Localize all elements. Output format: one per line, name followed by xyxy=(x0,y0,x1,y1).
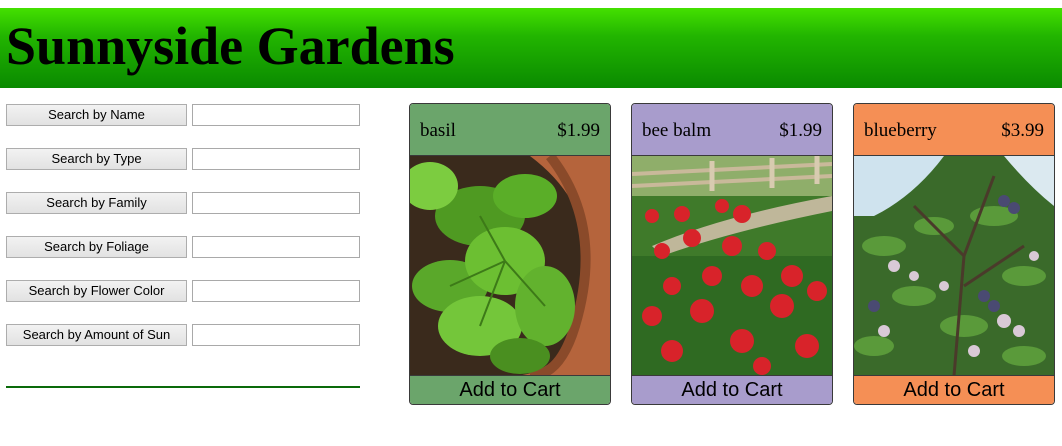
search-name-input[interactable] xyxy=(192,104,360,126)
search-flower-color-input[interactable] xyxy=(192,280,360,302)
search-row-foliage: Search by Foliage xyxy=(6,236,360,280)
product-card-blueberry: blueberry $3.99 Add to Cart xyxy=(853,103,1055,405)
site-title: Sunnyside Gardens xyxy=(6,16,455,76)
add-to-cart-button[interactable]: Add to Cart xyxy=(854,375,1054,404)
product-header: bee balm $1.99 xyxy=(632,104,832,156)
basil-photo[interactable] xyxy=(410,156,610,376)
search-row-type: Search by Type xyxy=(6,148,360,192)
blueberry-photo[interactable] xyxy=(854,156,1054,376)
product-price: $3.99 xyxy=(1001,120,1044,141)
product-name: basil xyxy=(420,120,456,141)
product-header: blueberry $3.99 xyxy=(854,104,1054,156)
search-sun-input[interactable] xyxy=(192,324,360,346)
search-row-flower-color: Search by Flower Color xyxy=(6,280,360,324)
product-price: $1.99 xyxy=(779,120,822,141)
product-card-basil: basil $1.99 Add to Cart xyxy=(409,103,611,405)
product-header: basil $1.99 xyxy=(410,104,610,156)
product-price: $1.99 xyxy=(557,120,600,141)
add-to-cart-button[interactable]: Add to Cart xyxy=(632,375,832,404)
search-by-flower-color-button[interactable]: Search by Flower Color xyxy=(6,280,187,302)
search-row-sun: Search by Amount of Sun xyxy=(6,324,360,368)
search-row-family: Search by Family xyxy=(6,192,360,236)
bee-balm-photo[interactable] xyxy=(632,156,832,376)
search-divider xyxy=(6,386,360,388)
search-panel: Search by Name Search by Type Search by … xyxy=(6,104,360,368)
product-name: bee balm xyxy=(642,120,712,141)
search-by-type-button[interactable]: Search by Type xyxy=(6,148,187,170)
search-by-family-button[interactable]: Search by Family xyxy=(6,192,187,214)
search-type-input[interactable] xyxy=(192,148,360,170)
search-family-input[interactable] xyxy=(192,192,360,214)
search-row-name: Search by Name xyxy=(6,104,360,148)
search-by-sun-button[interactable]: Search by Amount of Sun xyxy=(6,324,187,346)
product-card-bee-balm: bee balm $1.99 Add to Cart xyxy=(631,103,833,405)
add-to-cart-button[interactable]: Add to Cart xyxy=(410,375,610,404)
search-foliage-input[interactable] xyxy=(192,236,360,258)
search-by-foliage-button[interactable]: Search by Foliage xyxy=(6,236,187,258)
search-by-name-button[interactable]: Search by Name xyxy=(6,104,187,126)
product-name: blueberry xyxy=(864,120,937,141)
site-banner: Sunnyside Gardens xyxy=(0,8,1062,88)
